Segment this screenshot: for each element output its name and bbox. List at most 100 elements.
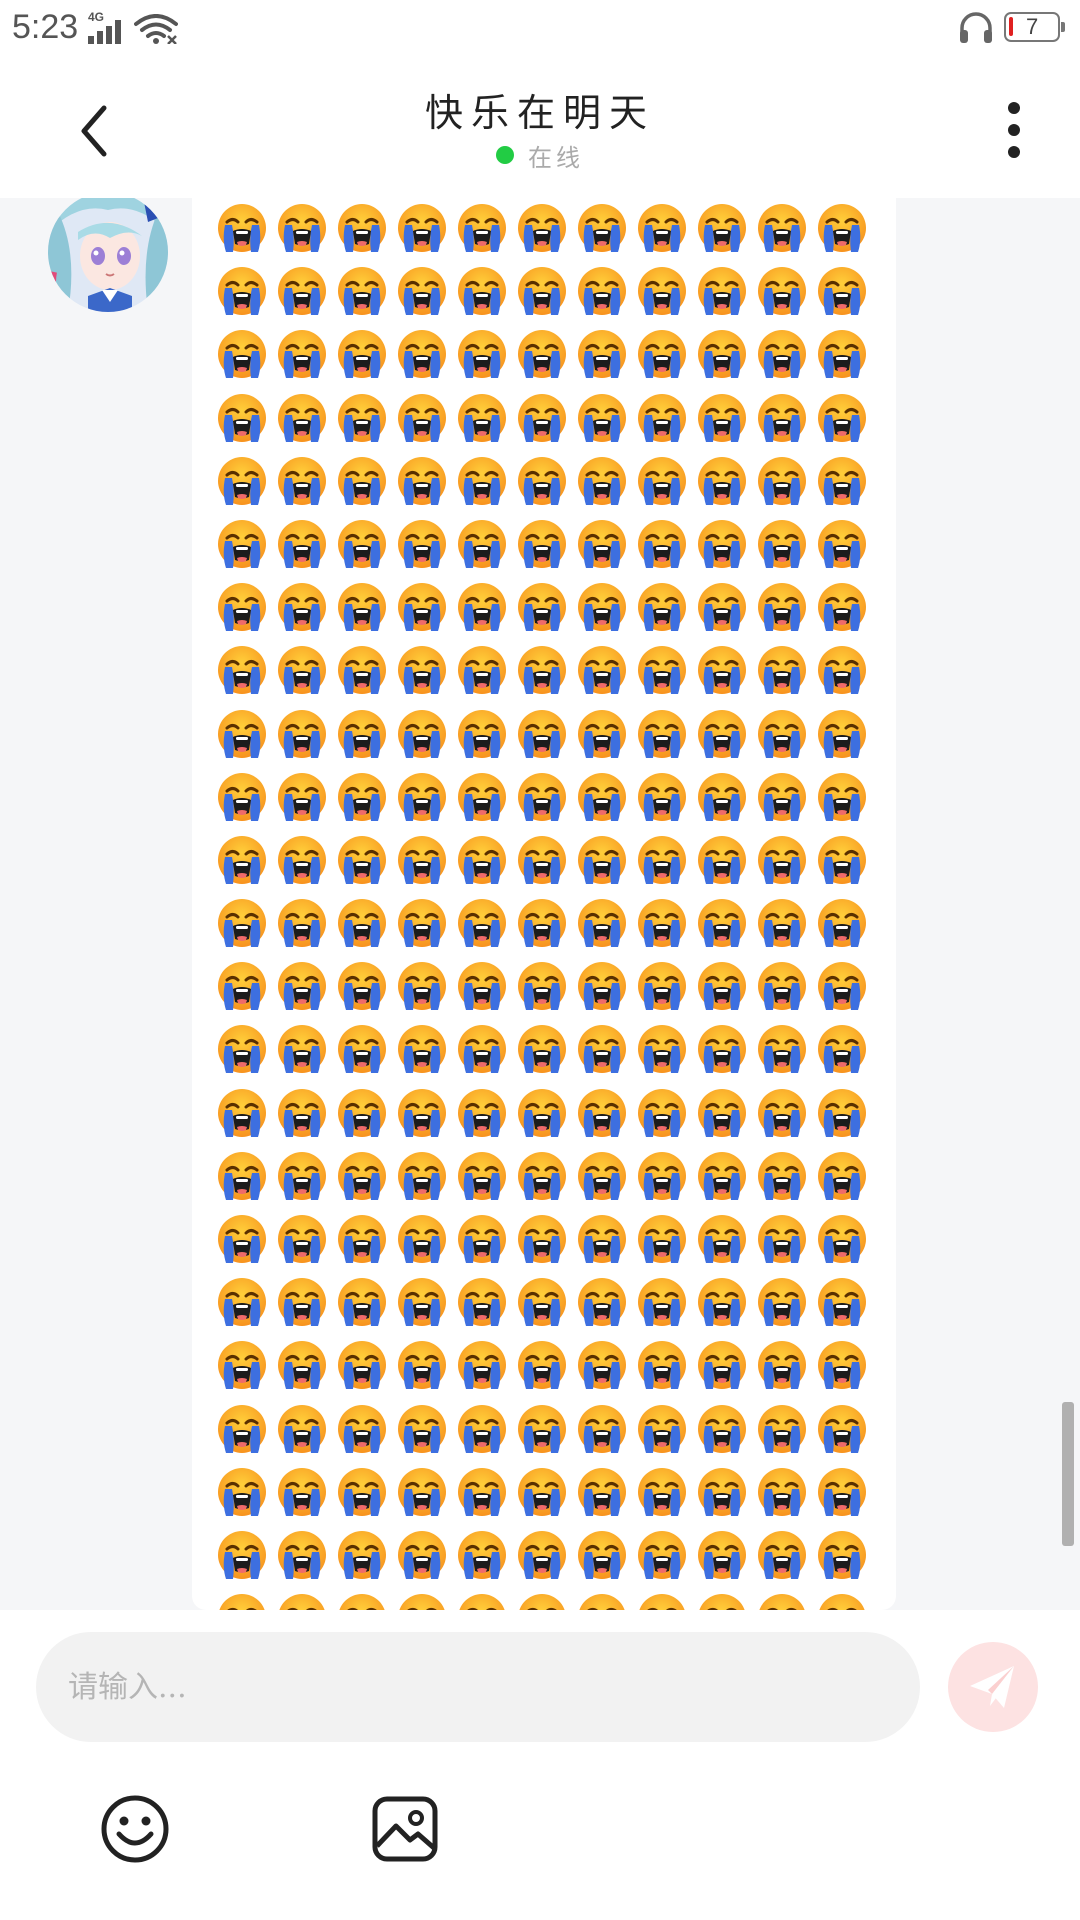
emoji-cell xyxy=(216,1213,268,1265)
loudly-crying-face-emoji xyxy=(218,772,266,821)
emoji-cell xyxy=(696,265,748,317)
emoji-cell xyxy=(456,328,508,380)
chat-screen: 5:23 4G 7 快乐在明天 在线 请输入... xyxy=(0,0,1080,1920)
image-icon[interactable] xyxy=(372,1796,438,1862)
loudly-crying-face-emoji xyxy=(698,1088,746,1137)
emoji-cell xyxy=(516,265,568,317)
emoji-cell xyxy=(636,897,688,949)
emoji-cell xyxy=(636,771,688,823)
emoji-cell xyxy=(396,1213,448,1265)
loudly-crying-face-emoji xyxy=(758,330,806,379)
emoji-cell xyxy=(336,644,388,696)
loudly-crying-face-emoji xyxy=(278,962,326,1011)
loudly-crying-face-emoji xyxy=(818,456,866,505)
emoji-cell xyxy=(756,1023,808,1075)
emoji-cell xyxy=(576,1023,628,1075)
loudly-crying-face-emoji xyxy=(278,1278,326,1327)
emoji-cell xyxy=(336,1087,388,1139)
loudly-crying-face-emoji xyxy=(639,1594,685,1610)
emoji-cell xyxy=(216,202,268,254)
loudly-crying-face-emoji xyxy=(758,835,806,884)
loudly-crying-face-emoji xyxy=(818,330,866,379)
emoji-cell xyxy=(816,1087,868,1139)
smiley-icon[interactable] xyxy=(100,1794,170,1864)
emoji-cell xyxy=(336,1023,388,1075)
emoji-cell xyxy=(576,708,628,760)
emoji-cell xyxy=(396,328,448,380)
loudly-crying-face-emoji xyxy=(758,709,806,758)
message-bubble[interactable] xyxy=(192,198,896,1610)
loudly-crying-face-emoji xyxy=(818,772,866,821)
emoji-cell xyxy=(816,834,868,886)
loudly-crying-face-emoji xyxy=(459,1594,505,1610)
loudly-crying-face-emoji xyxy=(638,709,686,758)
message-list[interactable] xyxy=(0,198,1080,1610)
loudly-crying-face-emoji xyxy=(698,519,746,568)
loudly-crying-face-emoji xyxy=(578,899,626,948)
emoji-cell xyxy=(816,1592,868,1610)
emoji-cell xyxy=(696,1276,748,1328)
scrollbar[interactable] xyxy=(1062,1402,1074,1546)
send-button[interactable] xyxy=(948,1642,1038,1732)
emoji-cell xyxy=(516,708,568,760)
contact-avatar[interactable] xyxy=(48,198,168,312)
emoji-cell xyxy=(336,1276,388,1328)
loudly-crying-face-emoji xyxy=(818,962,866,1011)
loudly-crying-face-emoji xyxy=(398,393,446,442)
emoji-row xyxy=(216,1592,876,1610)
loudly-crying-face-emoji xyxy=(218,1341,266,1390)
emoji-cell xyxy=(576,1150,628,1202)
emoji-cell xyxy=(696,202,748,254)
emoji-cell xyxy=(516,1276,568,1328)
loudly-crying-face-emoji xyxy=(638,456,686,505)
loudly-crying-face-emoji xyxy=(758,267,806,316)
emoji-cell xyxy=(516,1087,568,1139)
emoji-cell xyxy=(576,1592,628,1610)
loudly-crying-face-emoji xyxy=(819,1594,865,1610)
emoji-cell xyxy=(576,771,628,823)
loudly-crying-face-emoji xyxy=(758,393,806,442)
emoji-cell xyxy=(456,708,508,760)
emoji-cell xyxy=(456,518,508,570)
emoji-cell xyxy=(216,708,268,760)
loudly-crying-face-emoji xyxy=(338,1088,386,1137)
emoji-cell xyxy=(456,644,508,696)
loudly-crying-face-emoji xyxy=(518,330,566,379)
loudly-crying-face-emoji xyxy=(278,1467,326,1516)
emoji-cell xyxy=(396,834,448,886)
emoji-cell xyxy=(516,1466,568,1518)
loudly-crying-face-emoji xyxy=(458,1341,506,1390)
emoji-cell xyxy=(396,202,448,254)
emoji-cell xyxy=(636,518,688,570)
emoji-cell xyxy=(276,960,328,1012)
emoji-cell xyxy=(456,1276,508,1328)
emoji-row xyxy=(216,202,876,265)
loudly-crying-face-emoji xyxy=(518,456,566,505)
more-vertical-icon[interactable] xyxy=(996,100,1032,160)
message-input[interactable] xyxy=(36,1632,920,1742)
emoji-cell xyxy=(696,771,748,823)
emoji-cell xyxy=(216,1529,268,1581)
loudly-crying-face-emoji xyxy=(339,1594,385,1610)
emoji-cell xyxy=(336,392,388,444)
emoji-cell xyxy=(516,1023,568,1075)
emoji-cell xyxy=(696,644,748,696)
emoji-cell xyxy=(336,1150,388,1202)
loudly-crying-face-emoji xyxy=(338,1151,386,1200)
emoji-cell xyxy=(696,708,748,760)
emoji-cell xyxy=(636,708,688,760)
emoji-cell xyxy=(696,392,748,444)
emoji-cell xyxy=(756,265,808,317)
emoji-row xyxy=(216,1150,876,1213)
emoji-cell xyxy=(456,897,508,949)
emoji-row xyxy=(216,1403,876,1466)
emoji-cell xyxy=(396,1087,448,1139)
emoji-cell xyxy=(576,455,628,507)
emoji-cell xyxy=(276,1592,328,1610)
loudly-crying-face-emoji xyxy=(338,709,386,758)
emoji-cell xyxy=(756,1087,808,1139)
loudly-crying-face-emoji xyxy=(218,583,266,632)
emoji-cell xyxy=(516,1339,568,1391)
loudly-crying-face-emoji xyxy=(218,1404,266,1453)
emoji-cell xyxy=(576,1529,628,1581)
